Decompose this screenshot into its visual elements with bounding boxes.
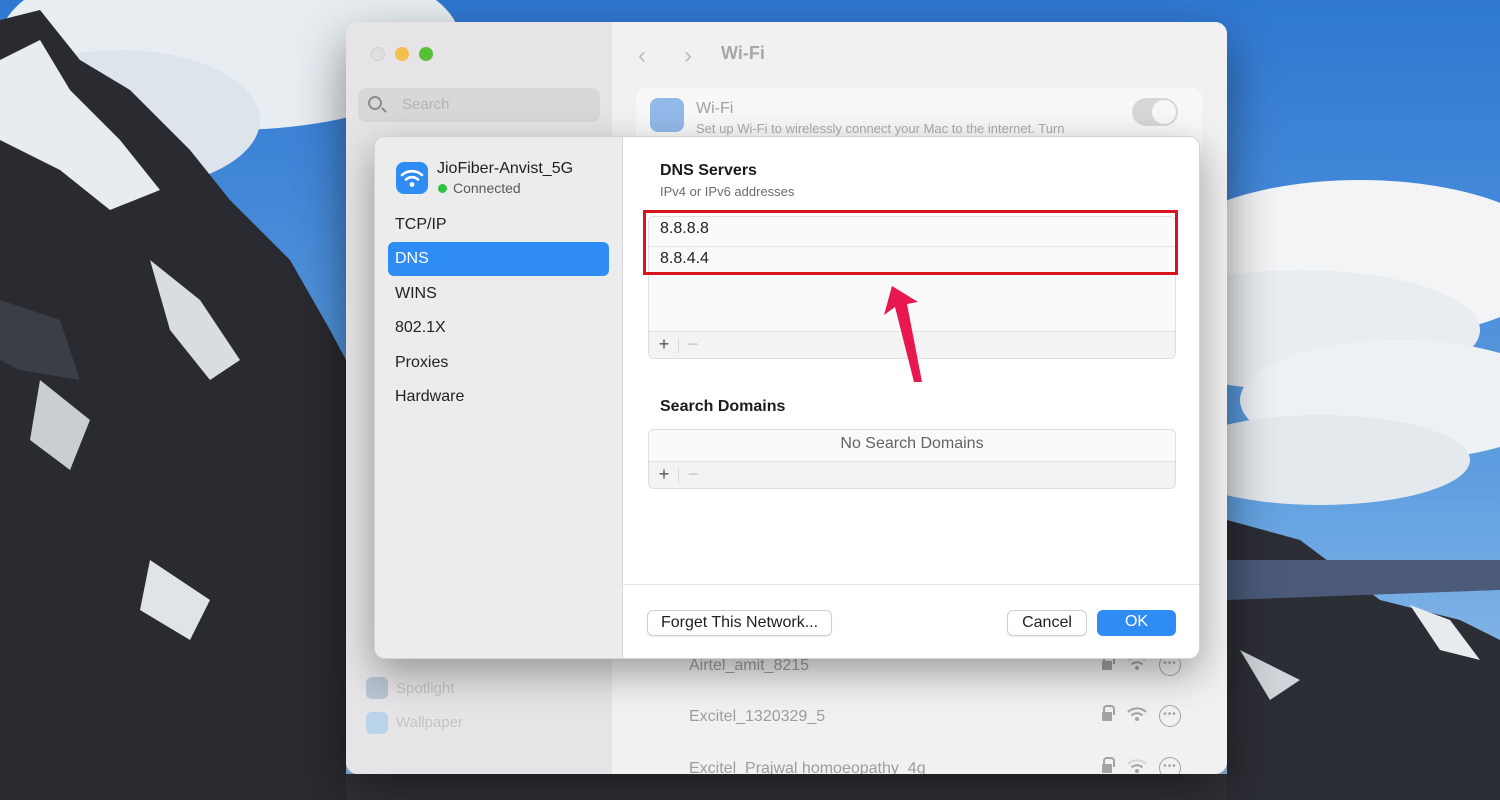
search-domains-title: Search Domains bbox=[660, 398, 786, 415]
forget-network-button[interactable]: Forget This Network... bbox=[647, 610, 832, 636]
tab-hardware[interactable]: Hardware bbox=[388, 380, 609, 414]
more-options-icon[interactable]: ••• bbox=[1159, 757, 1181, 774]
wifi-toggle[interactable] bbox=[1132, 98, 1178, 126]
back-chevron-icon[interactable]: ‹ bbox=[638, 42, 646, 70]
sidebar-item-spotlight[interactable]: Spotlight bbox=[396, 680, 454, 697]
wifi-icon bbox=[396, 162, 428, 194]
sheet-sidebar: JioFiber-Anvist_5G Connected TCP/IP DNS … bbox=[375, 137, 623, 658]
add-dns-server-button[interactable]: + bbox=[650, 334, 678, 355]
tab-wins[interactable]: WINS bbox=[388, 277, 609, 311]
remove-dns-server-button[interactable]: − bbox=[679, 334, 707, 355]
add-search-domain-button[interactable]: + bbox=[650, 464, 678, 485]
more-options-icon[interactable]: ••• bbox=[1159, 705, 1181, 727]
cancel-button[interactable]: Cancel bbox=[1007, 610, 1087, 636]
tab-tcp-ip[interactable]: TCP/IP bbox=[388, 208, 609, 242]
network-name: Excitel_1320329_5 bbox=[689, 708, 826, 725]
network-row[interactable]: Excitel_Prajwal homoeopathy_4g ••• bbox=[636, 746, 1202, 774]
lock-icon bbox=[1102, 757, 1115, 774]
wifi-icon bbox=[650, 98, 684, 132]
tab-802-1x[interactable]: 802.1X bbox=[388, 311, 609, 345]
wallpaper-icon bbox=[366, 712, 388, 734]
empty-list-text: No Search Domains bbox=[840, 435, 984, 452]
window-minimize-button[interactable] bbox=[395, 47, 409, 61]
lock-icon bbox=[1102, 654, 1115, 671]
wifi-signal-icon bbox=[1127, 707, 1147, 721]
status-dot bbox=[438, 184, 447, 193]
wifi-card-title: Wi-Fi bbox=[696, 100, 734, 117]
spotlight-icon bbox=[366, 677, 388, 699]
window-close-button[interactable] bbox=[371, 47, 385, 61]
settings-search-field[interactable]: Search bbox=[358, 88, 600, 122]
dns-highlight-box bbox=[643, 210, 1178, 275]
search-placeholder: Search bbox=[402, 96, 450, 113]
wifi-signal-icon bbox=[1127, 759, 1147, 773]
tab-dns[interactable]: DNS bbox=[388, 242, 609, 276]
network-name: Airtel_amit_8215 bbox=[689, 657, 810, 674]
ok-button[interactable]: OK bbox=[1097, 610, 1176, 636]
dns-servers-subtitle: IPv4 or IPv6 addresses bbox=[660, 184, 795, 199]
connection-status: Connected bbox=[453, 180, 521, 196]
search-icon bbox=[368, 96, 382, 110]
wifi-card-description: Set up Wi-Fi to wirelessly connect your … bbox=[696, 121, 1065, 136]
network-name: Excitel_Prajwal homoeopathy_4g bbox=[689, 760, 926, 774]
lock-icon bbox=[1102, 705, 1115, 722]
footer-divider bbox=[623, 584, 1199, 585]
page-title: Wi-Fi bbox=[721, 43, 765, 63]
search-domains-toolbar: + − bbox=[649, 461, 1175, 488]
window-maximize-button[interactable] bbox=[419, 47, 433, 61]
search-domains-list: No Search Domains + − bbox=[648, 429, 1176, 489]
annotation-arrow-icon bbox=[884, 286, 922, 382]
network-name: JioFiber-Anvist_5G bbox=[437, 160, 574, 177]
sidebar-item-wallpaper[interactable]: Wallpaper bbox=[396, 714, 463, 731]
network-row[interactable]: Excitel_1320329_5 ••• bbox=[636, 694, 1202, 744]
tab-proxies[interactable]: Proxies bbox=[388, 346, 609, 380]
remove-search-domain-button[interactable]: − bbox=[679, 464, 707, 485]
dns-servers-title: DNS Servers bbox=[660, 162, 757, 179]
forward-chevron-icon[interactable]: › bbox=[684, 42, 692, 70]
